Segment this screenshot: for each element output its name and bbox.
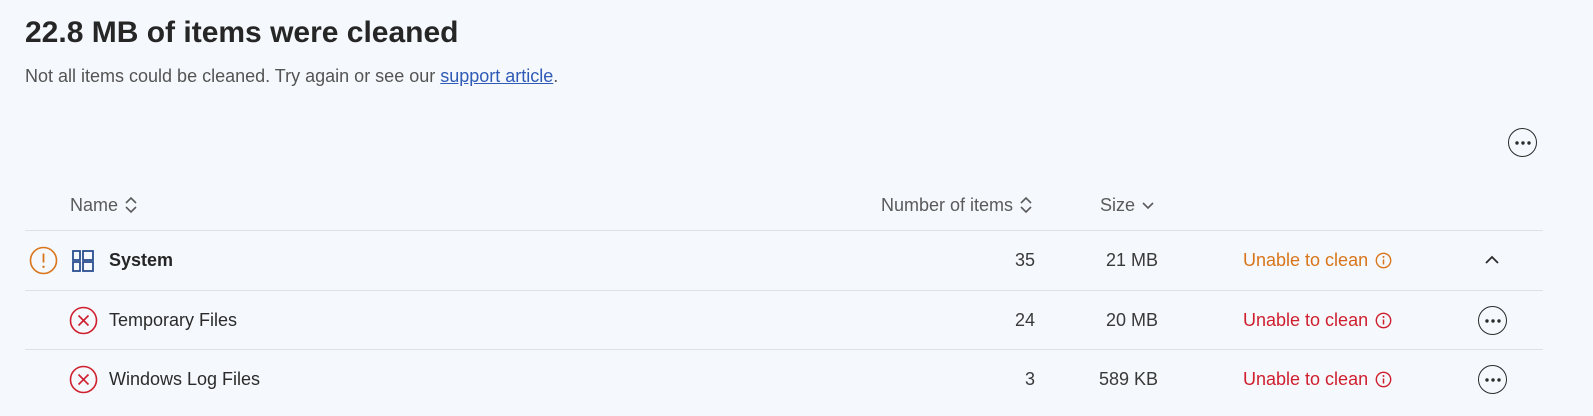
group-item-count: 35 <box>1014 250 1035 270</box>
warning-circle-icon <box>29 246 58 275</box>
error-x-circle-icon <box>69 306 98 335</box>
row-status: Unable to clean <box>1243 291 1392 350</box>
table-group-row-system[interactable]: System 35 21 MB Unable to clean <box>25 230 1543 290</box>
row-name: Windows Log Files <box>109 369 261 389</box>
column-header-count[interactable]: Number of items <box>881 195 1033 215</box>
row-name: Temporary Files <box>109 310 238 330</box>
sort-icon <box>125 196 137 214</box>
support-article-link[interactable]: support article <box>440 66 553 86</box>
row-status-label: Unable to clean <box>1243 310 1369 330</box>
more-horizontal-icon <box>1484 377 1501 382</box>
more-options-button[interactable] <box>1508 128 1537 157</box>
column-header-name-label: Name <box>70 195 119 215</box>
group-name: System <box>109 250 174 270</box>
windows-system-icon <box>72 250 94 272</box>
row-more-options-button[interactable] <box>1478 306 1507 335</box>
info-icon[interactable] <box>1375 312 1392 329</box>
more-horizontal-icon <box>1484 318 1501 323</box>
info-icon[interactable] <box>1375 252 1392 269</box>
row-size: 20 MB <box>1105 310 1158 330</box>
group-status: Unable to clean <box>1243 231 1392 290</box>
subtitle-suffix: . <box>553 66 559 86</box>
row-item-count: 3 <box>1024 369 1035 389</box>
row-size: 589 KB <box>1098 369 1158 389</box>
table-row-windows-log-files[interactable]: Windows Log Files 3 589 KB Unable to cle… <box>25 349 1543 409</box>
page-subtitle: Not all items could be cleaned. Try agai… <box>25 64 558 88</box>
subtitle-text: Not all items could be cleaned. Try agai… <box>25 66 441 86</box>
chevron-down-icon <box>1142 202 1154 210</box>
row-more-options-button[interactable] <box>1478 365 1507 394</box>
column-header-count-label: Number of items <box>881 195 1014 215</box>
sort-icon <box>1020 196 1032 214</box>
row-status: Unable to clean <box>1243 350 1392 409</box>
column-header-size[interactable]: Size <box>1100 195 1155 215</box>
table-row-temporary-files[interactable]: Temporary Files 24 20 MB Unable to clean <box>25 290 1543 350</box>
info-icon[interactable] <box>1375 371 1392 388</box>
group-size: 21 MB <box>1105 250 1158 270</box>
page-title: 22.8 MB of items were cleaned <box>25 16 459 49</box>
error-x-circle-icon <box>69 365 98 394</box>
more-horizontal-icon <box>1514 140 1531 145</box>
column-header-name[interactable]: Name <box>70 195 138 215</box>
row-item-count: 24 <box>1014 310 1035 330</box>
chevron-up-icon[interactable] <box>1484 253 1500 267</box>
group-status-label: Unable to clean <box>1243 250 1369 270</box>
row-status-label: Unable to clean <box>1243 369 1369 389</box>
cleanup-results-page: 22.8 MB of items were cleaned Not all it… <box>0 0 1593 416</box>
column-header-size-label: Size <box>1100 195 1136 215</box>
